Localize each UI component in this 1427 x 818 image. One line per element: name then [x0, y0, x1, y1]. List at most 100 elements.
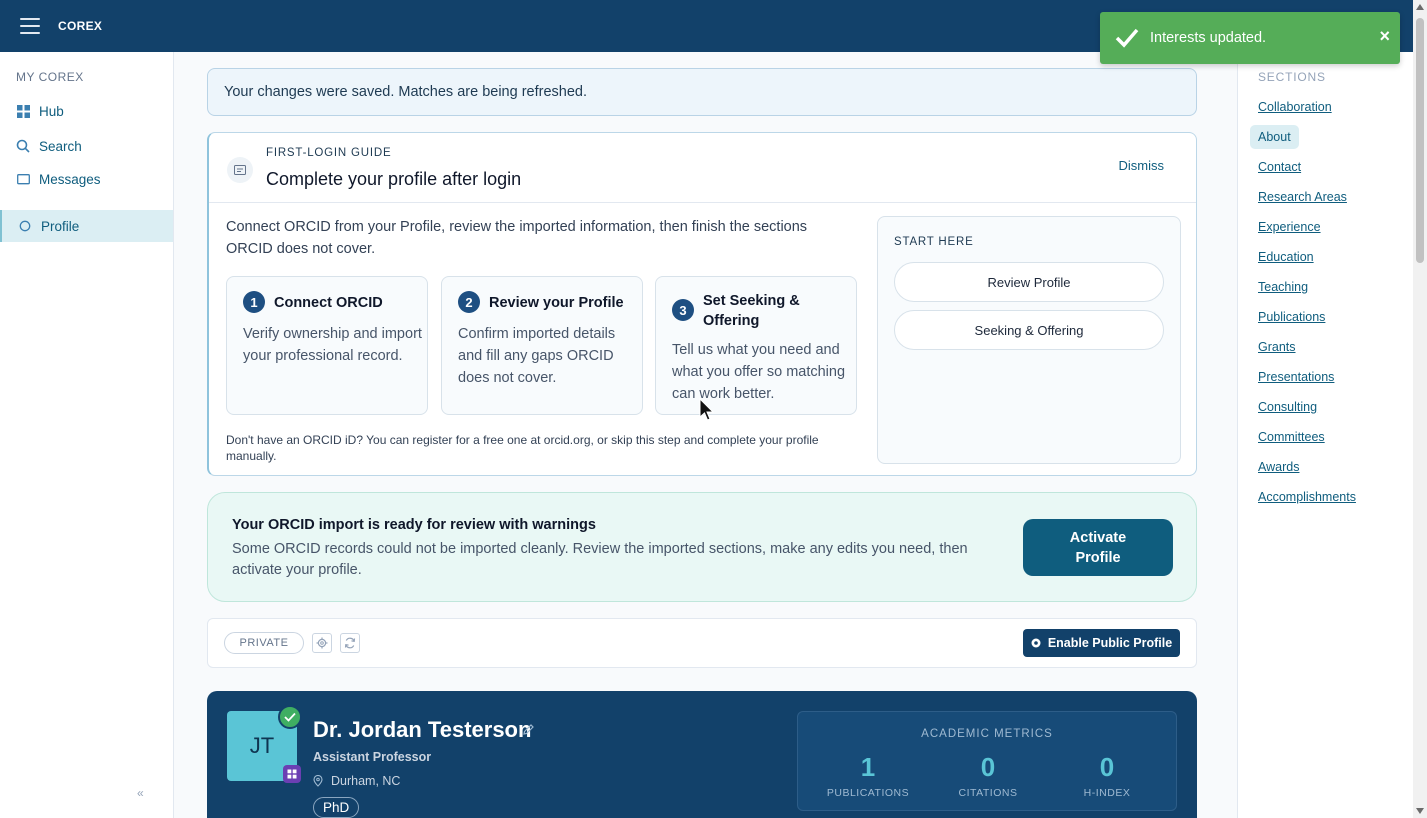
profile-header-card: JT Dr. Jordan Testerson Assistant Profes… — [207, 691, 1197, 818]
settings-button[interactable] — [312, 633, 332, 653]
section-link-awards[interactable]: Awards — [1258, 460, 1299, 474]
step-title: Review your Profile — [489, 295, 624, 311]
metric-label: PUBLICATIONS — [826, 787, 910, 799]
first-login-guide: FIRST-LOGIN GUIDE Complete your profile … — [207, 132, 1197, 476]
gear-icon — [316, 637, 328, 649]
metrics-label: ACADEMIC METRICS — [921, 728, 1053, 740]
privacy-bar: PRIVATE Enable Public Profile — [207, 618, 1197, 668]
section-link-publications[interactable]: Publications — [1258, 310, 1325, 324]
saved-banner: Your changes were saved. Matches are bei… — [207, 68, 1197, 116]
sidebar-item-label: Hub — [39, 103, 64, 119]
check-icon — [1115, 28, 1139, 48]
scroll-down-arrow[interactable] — [1416, 808, 1424, 814]
section-link-grants[interactable]: Grants — [1258, 340, 1296, 354]
metric-value: 0 — [980, 752, 996, 782]
collapse-sidebar-button[interactable]: « — [137, 786, 144, 800]
section-link-accomplishments[interactable]: Accomplishments — [1258, 490, 1356, 504]
refresh-icon — [344, 637, 356, 649]
scroll-thumb[interactable] — [1416, 18, 1424, 263]
section-link-research-areas[interactable]: Research Areas — [1258, 190, 1347, 204]
guide-step-seeking-offering: 3 Set Seeking & Offering Tell us what yo… — [655, 276, 857, 415]
guide-icon — [227, 157, 253, 183]
import-title: Your ORCID import is ready for review wi… — [232, 517, 596, 533]
section-link-committees[interactable]: Committees — [1258, 430, 1325, 444]
location-pin-icon — [313, 775, 323, 787]
guide-title: Complete your profile after login — [266, 169, 522, 189]
refresh-button[interactable] — [340, 633, 360, 653]
guide-header: FIRST-LOGIN GUIDE Complete your profile … — [209, 133, 1196, 203]
section-link-about[interactable]: About — [1250, 125, 1299, 149]
grid-icon — [16, 104, 30, 118]
metric-value: 1 — [860, 752, 876, 782]
metric-value: 0 — [1099, 752, 1115, 782]
globe-icon — [1031, 638, 1041, 648]
step-body: Confirm imported details and fill any ga… — [458, 326, 616, 386]
dismiss-button[interactable]: Dismiss — [1119, 158, 1165, 173]
metric-h-index: 0 H-INDEX — [1047, 752, 1167, 799]
review-profile-button[interactable]: Review Profile — [894, 262, 1164, 302]
circle-icon — [18, 219, 32, 233]
verified-check-icon — [278, 705, 302, 729]
guide-kicker: FIRST-LOGIN GUIDE — [266, 147, 392, 159]
step-number: 3 — [672, 299, 694, 321]
guide-step-review-profile: 2 Review your Profile Confirm imported d… — [441, 276, 643, 415]
activate-profile-label: Activate Profile — [1069, 529, 1127, 566]
sidebar: MY COREX Hub Search Messages Profile « — [0, 52, 174, 818]
sidebar-item-profile[interactable]: Profile — [0, 210, 173, 242]
section-link-education[interactable]: Education — [1258, 250, 1314, 264]
public-button-label: Enable Public Profile — [1047, 636, 1173, 650]
section-link-contact[interactable]: Contact — [1258, 160, 1301, 174]
sections-nav: SECTIONS Collaboration About Contact Res… — [1237, 52, 1413, 818]
section-link-experience[interactable]: Experience — [1258, 220, 1321, 234]
step-body: Tell us what you need and what you offer… — [672, 342, 846, 402]
section-link-collaboration[interactable]: Collaboration — [1258, 100, 1332, 114]
page-scrollbar[interactable] — [1413, 0, 1427, 818]
orcid-import-notice: Your ORCID import is ready for review wi… — [207, 492, 1197, 602]
metric-publications: 1 PUBLICATIONS — [808, 752, 928, 799]
academic-metrics: ACADEMIC METRICS 1 PUBLICATIONS 0 CITATI… — [797, 711, 1177, 811]
grid-badge-icon — [283, 765, 301, 783]
start-here-panel: START HERE Review Profile Seeking & Offe… — [877, 216, 1181, 464]
sidebar-item-label: Messages — [39, 171, 101, 187]
profile-name: Dr. Jordan Testerson — [313, 717, 532, 742]
enable-public-profile-button[interactable]: Enable Public Profile — [1023, 629, 1180, 657]
message-icon — [16, 172, 30, 186]
step-title: Set Seeking & Offering — [703, 293, 800, 329]
guide-intro: Connect ORCID from your Profile, review … — [226, 219, 808, 257]
metric-label: H-INDEX — [1083, 787, 1131, 799]
edit-pencil-icon[interactable] — [522, 723, 535, 741]
guide-step-connect-orcid: 1 Connect ORCID Verify ownership and imp… — [226, 276, 428, 415]
profile-title: Assistant Professor — [313, 750, 432, 764]
start-here-label: START HERE — [894, 236, 974, 248]
metric-citations: 0 CITATIONS — [928, 752, 1048, 799]
toast-close-button[interactable]: × — [1379, 27, 1390, 45]
sidebar-item-search[interactable]: Search — [0, 130, 173, 162]
step-number: 1 — [243, 291, 265, 313]
section-link-teaching[interactable]: Teaching — [1258, 280, 1308, 294]
section-link-presentations[interactable]: Presentations — [1258, 370, 1334, 384]
privacy-status-badge: PRIVATE — [224, 632, 304, 654]
guide-footnote: Don't have an ORCID iD? You can register… — [226, 433, 819, 463]
saved-banner-text: Your changes were saved. Matches are bei… — [224, 84, 587, 100]
mouse-cursor-icon — [699, 398, 715, 421]
metric-label: CITATIONS — [958, 787, 1018, 799]
activate-profile-button[interactable]: Activate Profile — [1023, 519, 1173, 576]
degree-badge: PhD — [313, 797, 360, 818]
sidebar-item-label: Profile — [41, 218, 80, 234]
brand-logo[interactable]: COREX — [58, 19, 102, 33]
section-link-consulting[interactable]: Consulting — [1258, 400, 1317, 414]
sidebar-item-hub[interactable]: Hub — [0, 95, 173, 127]
step-title: Connect ORCID — [274, 295, 383, 311]
sections-heading: SECTIONS — [1258, 70, 1326, 84]
menu-icon[interactable] — [20, 18, 40, 34]
sidebar-item-messages[interactable]: Messages — [0, 163, 173, 195]
scroll-up-arrow[interactable] — [1416, 4, 1424, 10]
profile-location: Durham, NC — [313, 774, 400, 788]
success-toast: Interests updated. × — [1100, 12, 1400, 64]
step-number: 2 — [458, 291, 480, 313]
seeking-offering-button[interactable]: Seeking & Offering — [894, 310, 1164, 350]
toast-message: Interests updated. — [1150, 30, 1267, 46]
sidebar-item-label: Search — [39, 138, 82, 154]
step-body: Verify ownership and import your profess… — [243, 326, 422, 364]
location-text: Durham, NC — [331, 774, 401, 788]
